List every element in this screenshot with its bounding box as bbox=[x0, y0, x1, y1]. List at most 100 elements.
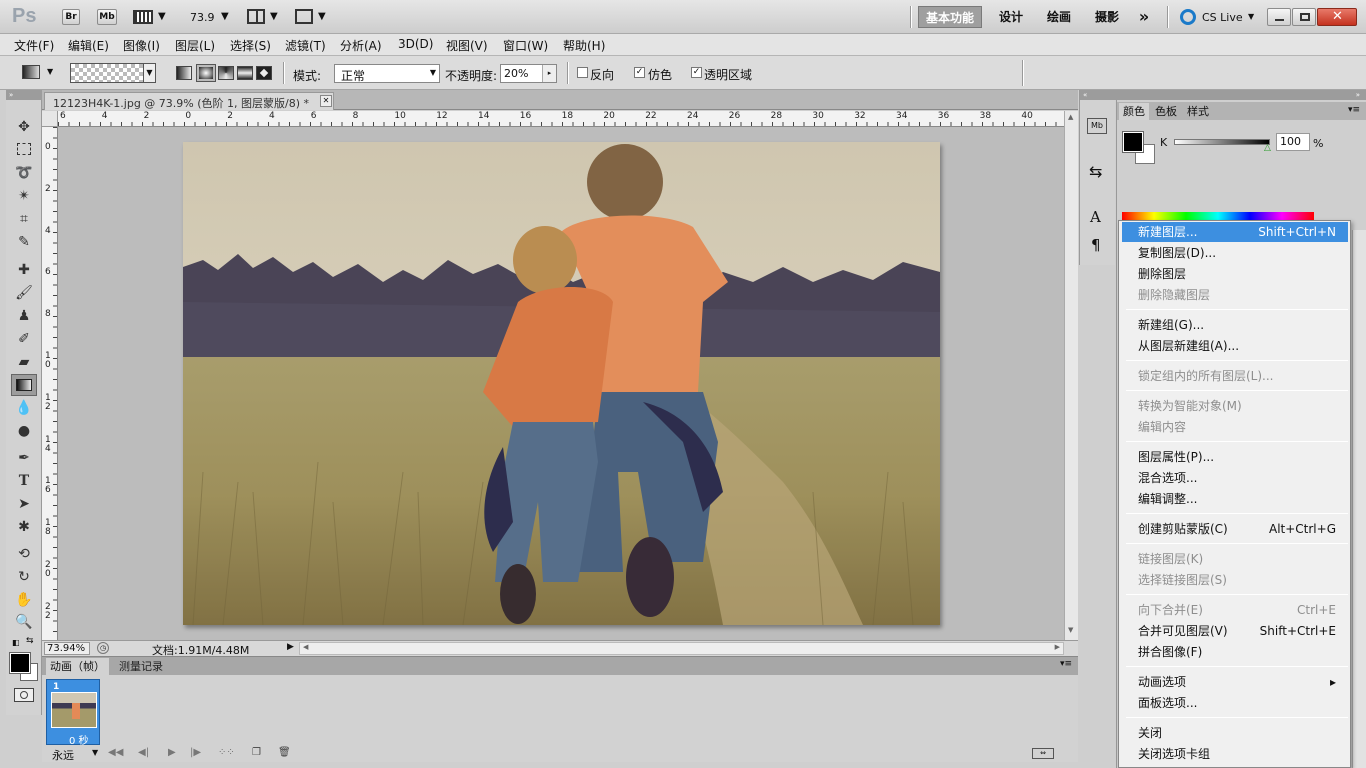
panel-menu-icon[interactable]: ▾≡ bbox=[1348, 105, 1360, 115]
eyedropper-tool-icon[interactable]: ✎ bbox=[12, 232, 36, 252]
screen-mode-menu[interactable]: ▼ bbox=[295, 9, 329, 25]
transparency-checkbox[interactable]: ✓ bbox=[691, 67, 702, 78]
close-tab-icon[interactable]: ✕ bbox=[320, 95, 332, 107]
menu-filter[interactable]: 滤镜(T) bbox=[285, 37, 326, 54]
magic-wand-tool-icon[interactable]: ✴ bbox=[12, 186, 36, 206]
dither-checkbox[interactable]: ✓ bbox=[634, 67, 645, 78]
reflected-gradient-button[interactable] bbox=[237, 66, 253, 80]
slider-thumb-icon[interactable]: △ bbox=[1264, 143, 1271, 153]
angle-gradient-button[interactable] bbox=[218, 66, 234, 80]
swap-colors-icon[interactable]: ⇆ bbox=[26, 636, 34, 646]
convert-to-timeline-icon[interactable]: ⇔ bbox=[1032, 748, 1054, 759]
previous-frame-icon[interactable]: ◀| bbox=[138, 747, 149, 758]
panel-grip[interactable]: » bbox=[1116, 90, 1366, 100]
menu-layer[interactable]: 图层(L) bbox=[175, 37, 215, 54]
foreground-color-swatch[interactable] bbox=[9, 652, 31, 674]
pen-tool-icon[interactable]: ✒ bbox=[12, 448, 36, 468]
linear-gradient-button[interactable] bbox=[176, 66, 192, 80]
marquee-tool-icon[interactable] bbox=[12, 141, 36, 161]
context-menu-item[interactable]: 新建图层... Shift+Ctrl+N bbox=[1122, 222, 1348, 242]
scroll-left-icon[interactable]: ◀ bbox=[303, 643, 308, 651]
bridge-button[interactable]: Br bbox=[62, 9, 80, 25]
duplicate-frame-icon[interactable]: ❐ bbox=[252, 747, 261, 758]
document-tab[interactable]: 12123H4K-1.jpg @ 73.9% (色阶 1, 图层蒙版/8) * … bbox=[44, 92, 334, 110]
mode-select[interactable]: 正常 ▼ bbox=[334, 64, 440, 83]
play-icon[interactable]: ▶ bbox=[168, 747, 176, 758]
menu-file[interactable]: 文件(F) bbox=[14, 37, 54, 54]
tab-styles[interactable]: 样式 bbox=[1183, 103, 1213, 120]
mini-bridge-panel-icon[interactable]: Mb bbox=[1087, 118, 1107, 134]
hand-tool-icon[interactable]: ✋ bbox=[12, 590, 36, 610]
workspace-design[interactable]: 设计 bbox=[992, 6, 1030, 28]
tool-preset-picker[interactable]: ▼ bbox=[20, 63, 58, 83]
quick-mask-button[interactable] bbox=[14, 688, 34, 702]
clone-stamp-tool-icon[interactable]: ♟ bbox=[12, 306, 36, 326]
reverse-checkbox[interactable] bbox=[577, 67, 588, 78]
eraser-tool-icon[interactable]: ▰ bbox=[12, 352, 36, 372]
animation-frame[interactable]: 1 0 秒 bbox=[46, 679, 100, 747]
restore-window-button[interactable] bbox=[1292, 8, 1316, 26]
context-menu-item[interactable]: 混合选项... bbox=[1122, 468, 1348, 488]
default-colors-icon[interactable]: ◧ bbox=[12, 638, 22, 648]
menu-select[interactable]: 选择(S) bbox=[230, 37, 271, 54]
dodge-tool-icon[interactable]: ● bbox=[12, 421, 36, 441]
scroll-up-icon[interactable]: ▲ bbox=[1068, 113, 1073, 121]
menu-edit[interactable]: 编辑(E) bbox=[68, 37, 109, 54]
workspace-painting[interactable]: 绘画 bbox=[1040, 6, 1078, 28]
status-menu-icon[interactable]: ▶ bbox=[287, 642, 294, 652]
tab-swatches[interactable]: 色板 bbox=[1151, 103, 1181, 120]
workspace-essentials[interactable]: 基本功能 bbox=[918, 6, 982, 28]
workspace-photography[interactable]: 摄影 bbox=[1088, 6, 1126, 28]
path-selection-tool-icon[interactable]: ➤ bbox=[12, 494, 36, 514]
zoom-status-field[interactable]: 73.94% bbox=[44, 642, 90, 655]
document-image[interactable] bbox=[183, 142, 940, 625]
character-panel-icon[interactable]: A bbox=[1090, 208, 1101, 226]
scroll-down-icon[interactable]: ▼ bbox=[1068, 626, 1073, 634]
context-menu-item[interactable]: 面板选项... bbox=[1122, 693, 1348, 713]
workspace-overflow-button[interactable]: » bbox=[1134, 6, 1154, 28]
menu-view[interactable]: 视图(V) bbox=[446, 37, 488, 54]
horizontal-scrollbar[interactable]: ◀ ▶ bbox=[299, 642, 1064, 655]
arrange-documents-menu[interactable]: ▼ bbox=[247, 9, 281, 25]
paragraph-panel-icon[interactable]: ¶ bbox=[1091, 236, 1101, 254]
opacity-slider-button[interactable]: ▸ bbox=[542, 65, 556, 82]
history-panel-icon[interactable]: ⇆ bbox=[1089, 162, 1102, 181]
crop-tool-icon[interactable]: ⌗ bbox=[12, 209, 36, 229]
type-tool-icon[interactable]: T bbox=[12, 471, 36, 491]
move-tool-icon[interactable]: ✥ bbox=[12, 117, 36, 137]
zoom-level-select[interactable]: 73.9 ▼ bbox=[190, 10, 235, 26]
history-brush-tool-icon[interactable]: ✐ bbox=[12, 329, 36, 349]
menu-image[interactable]: 图像(I) bbox=[123, 37, 160, 54]
panel-menu-icon[interactable]: ▾≡ bbox=[1060, 659, 1072, 669]
context-menu-item[interactable]: 关闭 bbox=[1122, 723, 1348, 743]
context-menu-item[interactable]: 编辑调整... bbox=[1122, 489, 1348, 509]
healing-brush-tool-icon[interactable]: ✚ bbox=[12, 260, 36, 280]
loop-select[interactable]: 永远 ▼ bbox=[46, 747, 102, 762]
radial-gradient-button[interactable] bbox=[196, 64, 216, 82]
cs-live-menu[interactable]: CS Live ▼ bbox=[1180, 9, 1260, 27]
blur-tool-icon[interactable]: 💧 bbox=[12, 398, 36, 418]
gradient-picker[interactable]: ▼ bbox=[70, 63, 156, 83]
tab-color[interactable]: 颜色 bbox=[1119, 103, 1149, 120]
status-info-icon[interactable]: ◷ bbox=[97, 642, 109, 654]
frame-delay[interactable]: 0 秒 bbox=[69, 732, 89, 747]
context-menu-item[interactable]: 新建组(G)... bbox=[1122, 315, 1348, 335]
menu-3d[interactable]: 3D(D) bbox=[398, 37, 433, 51]
minimize-window-button[interactable] bbox=[1267, 8, 1291, 26]
zoom-tool-icon[interactable]: 🔍 bbox=[12, 612, 36, 632]
context-menu-item[interactable]: 删除图层 bbox=[1122, 264, 1348, 284]
context-menu-item[interactable]: 图层属性(P)... bbox=[1122, 447, 1348, 467]
panel-grip[interactable]: » bbox=[6, 90, 42, 100]
next-frame-icon[interactable]: |▶ bbox=[190, 747, 201, 758]
tab-animation-frames[interactable]: 动画（帧） bbox=[46, 658, 109, 675]
vertical-scrollbar[interactable]: ▲ ▼ bbox=[1064, 111, 1078, 640]
shape-tool-icon[interactable]: ✱ bbox=[12, 517, 36, 537]
scroll-right-icon[interactable]: ▶ bbox=[1055, 643, 1060, 651]
menu-window[interactable]: 窗口(W) bbox=[503, 37, 548, 54]
context-menu-item[interactable]: 从图层新建组(A)... bbox=[1122, 336, 1348, 356]
diamond-gradient-button[interactable] bbox=[256, 66, 272, 80]
opacity-input[interactable]: 20% ▸ bbox=[500, 64, 557, 83]
brush-tool-icon[interactable]: 🖌 bbox=[12, 283, 36, 303]
k-channel-input[interactable]: 100 bbox=[1276, 133, 1310, 151]
context-menu-item[interactable]: 创建剪贴蒙版(C) Alt+Ctrl+G bbox=[1122, 519, 1348, 539]
